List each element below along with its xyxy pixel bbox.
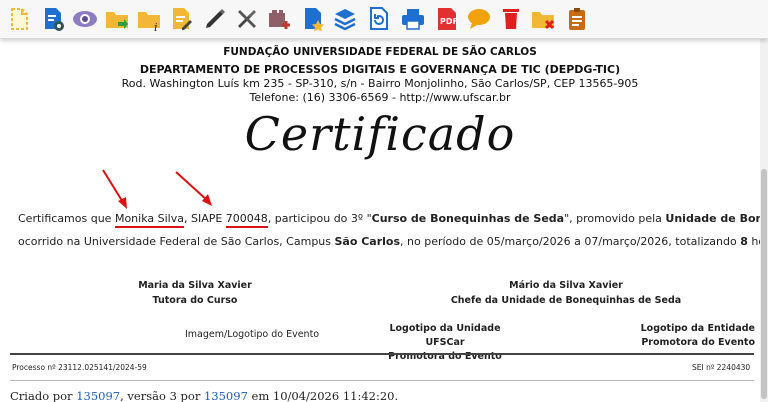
entity-logo-placeholder: Logotipo da Entidade Promotora do Evento <box>640 323 755 348</box>
divider-line <box>10 353 754 355</box>
left-signature: Maria da Silva Xavier Tutora do Curso <box>65 278 325 308</box>
editor-link[interactable]: 135097 <box>204 389 248 402</box>
left-signer-role: Tutora do Curso <box>152 295 238 306</box>
edit-document-icon[interactable] <box>166 4 196 34</box>
comment-icon[interactable] <box>464 4 494 34</box>
sei-number: SEI nº 2240430 <box>692 363 751 372</box>
scrollbar-thumb[interactable] <box>761 169 767 399</box>
folder-info-icon[interactable]: i <box>134 4 164 34</box>
layers-icon[interactable] <box>330 4 360 34</box>
right-signer-name: Mário da Silva Xavier <box>509 280 623 291</box>
event-logo-placeholder: Imagem/Logotipo do Evento <box>185 329 320 340</box>
svg-text:PDF: PDF <box>440 17 458 26</box>
institution-name: FUNDAÇÃO UNIVERSIDADE FEDERAL DE SÃO CAR… <box>223 46 537 58</box>
certificate-paragraph-2: ocorrido na Universidade Federal de São … <box>18 235 760 248</box>
favorite-document-icon[interactable] <box>298 4 328 34</box>
svg-text:i: i <box>154 21 158 32</box>
tools-icon[interactable] <box>232 4 262 34</box>
delete-icon[interactable] <box>496 4 526 34</box>
pdf-icon[interactable]: PDF <box>432 4 462 34</box>
course-name: Curso de Bonequinhas de Seda <box>371 212 565 225</box>
folder-remove-icon[interactable] <box>528 4 558 34</box>
footer-divider <box>10 380 754 381</box>
sign-pen-icon[interactable] <box>200 4 230 34</box>
folder-move-icon[interactable] <box>102 4 132 34</box>
right-signer-role: Chefe da Unidade de Bonequinhas de Seda <box>450 295 682 306</box>
left-signer-name: Maria da Silva Xavier <box>138 280 252 291</box>
siape-number: 700048 <box>225 212 268 228</box>
process-number: Processo nº 23112.025141/2024-59 <box>12 363 147 372</box>
arrow-to-name-icon <box>102 169 127 209</box>
department-name: DEPARTAMENTO DE PROCESSOS DIGITAIS E GOV… <box>139 63 621 76</box>
document-viewer: FUNDAÇÃO UNIVERSIDADE FEDERAL DE SÃO CAR… <box>0 39 760 402</box>
certificate-paragraph-1: Certificamos que Monika Silva, SIAPE 700… <box>18 212 760 228</box>
checklist-icon[interactable] <box>562 4 592 34</box>
participant-name: Monika Silva <box>114 212 184 228</box>
right-signature: Mário da Silva Xavier Chefe da Unidade d… <box>436 278 696 308</box>
promoting-unit: Unidade de Bonequinhas de Seda <box>665 212 760 225</box>
arrow-to-siape-icon <box>175 171 212 206</box>
scrollbar[interactable] <box>760 39 768 402</box>
version-footer: Criado por 135097, versão 3 por 135097 e… <box>10 389 399 402</box>
toolbar: i PDF <box>0 0 768 39</box>
reload-icon[interactable] <box>364 4 394 34</box>
new-document-icon[interactable] <box>4 4 34 34</box>
address: Rod. Washington Luís km 235 - SP-310, s/… <box>121 77 639 90</box>
unit-logo-placeholder: Logotipo da Unidade UFSCar Promotora do … <box>388 323 502 362</box>
view-icon[interactable] <box>70 4 100 34</box>
hours-value: 8 <box>740 235 748 248</box>
add-block-icon[interactable] <box>264 4 294 34</box>
certificate-title: Certificado <box>244 107 516 161</box>
creator-link[interactable]: 135097 <box>76 389 120 402</box>
campus-name: São Carlos <box>334 235 401 248</box>
phone: Telefone: (16) 3306-6569 - http://www.uf… <box>249 91 511 104</box>
print-icon[interactable] <box>398 4 428 34</box>
document-settings-icon[interactable] <box>38 4 68 34</box>
